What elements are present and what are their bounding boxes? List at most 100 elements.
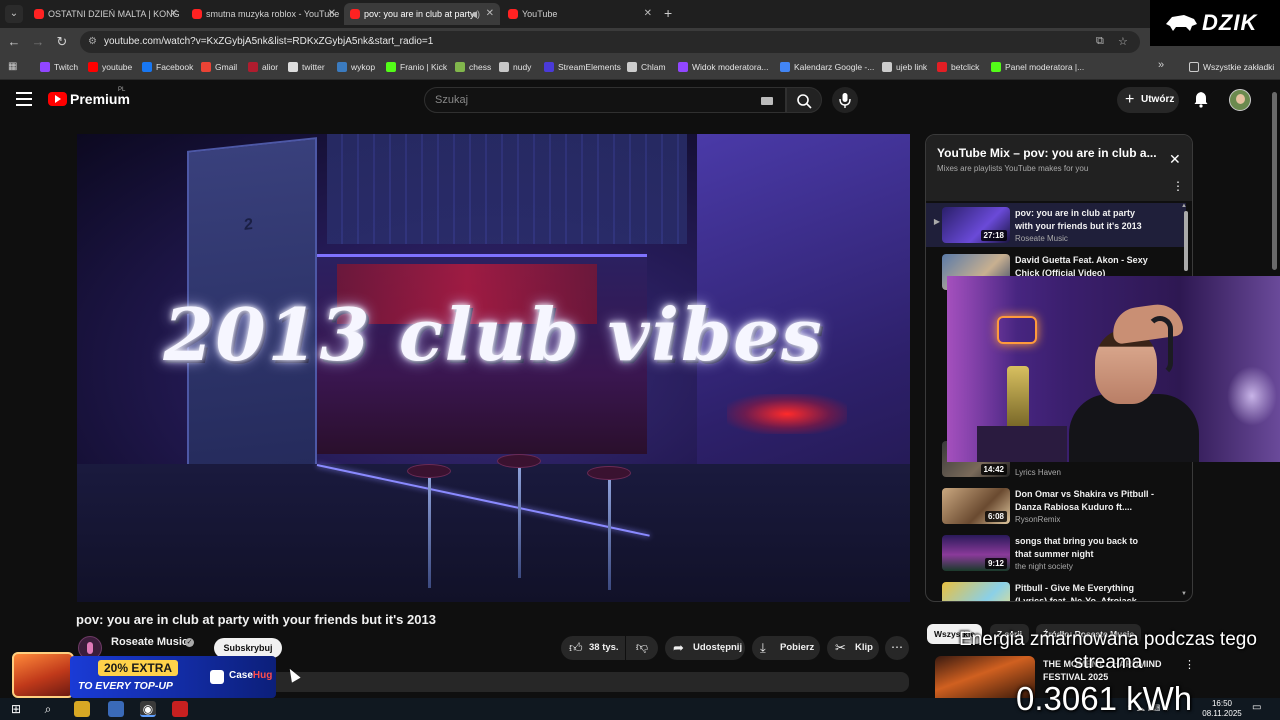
- playlist-item-channel: Lyrics Haven: [1015, 468, 1061, 477]
- chrome-icon[interactable]: ◉: [140, 701, 156, 717]
- clock[interactable]: 16:50 08.11.2025: [1202, 699, 1242, 719]
- browser-tab-active[interactable]: pov: you are in club at party ◀) ✕: [344, 3, 500, 25]
- forward-arrow-icon[interactable]: →: [30, 34, 46, 50]
- all-bookmarks-folder[interactable]: Wszystkie zakładki: [1189, 56, 1274, 80]
- more-bookmarks-icon[interactable]: »: [1158, 59, 1164, 71]
- tab-label: YouTube: [522, 9, 558, 19]
- bookmark-item[interactable]: Widok moderatora...: [678, 56, 769, 80]
- new-tab-icon[interactable]: +: [664, 5, 672, 21]
- bookmark-item[interactable]: betclick: [937, 56, 979, 80]
- bookmark-label: twitter: [302, 62, 325, 72]
- playlist-header: YouTube Mix – pov: you are in club a... …: [926, 135, 1192, 201]
- scroll-up-icon[interactable]: ▲: [1181, 203, 1187, 209]
- back-arrow-icon[interactable]: ←: [6, 34, 22, 50]
- playlist-title[interactable]: YouTube Mix – pov: you are in club a...: [937, 146, 1162, 160]
- bookmark-item[interactable]: Franio | Kick: [386, 56, 447, 80]
- search-button[interactable]: [786, 87, 822, 113]
- bookmark-item[interactable]: Twitch: [40, 56, 78, 80]
- bookmark-item[interactable]: Gmail: [201, 56, 237, 80]
- bookmark-item[interactable]: Chlam: [627, 56, 666, 80]
- app-icon[interactable]: [108, 701, 124, 717]
- scroll-thumb[interactable]: [1184, 211, 1188, 271]
- bookmark-item[interactable]: StreamElements: [544, 56, 621, 80]
- playlist-thumbnail[interactable]: 27:18: [942, 207, 1010, 243]
- apps-grid-icon[interactable]: ▦: [8, 61, 20, 73]
- playlist-index: ▶: [933, 217, 941, 226]
- speaker-icon[interactable]: ◀): [470, 3, 480, 25]
- bookmark-item[interactable]: Panel moderatora |...: [991, 56, 1084, 80]
- keyboard-icon[interactable]: [761, 97, 773, 105]
- bookmark-item[interactable]: Kalendarz Google -...: [780, 56, 874, 80]
- playlist-item[interactable]: Pitbull - Give Me Everything (Lyrics) fe…: [926, 578, 1186, 601]
- bookmark-label: Kalendarz Google -...: [794, 62, 875, 72]
- all-bookmarks-label: Wszystkie zakładki: [1203, 62, 1275, 72]
- duration-badge: 14:42: [980, 464, 1007, 475]
- playlist-thumbnail[interactable]: 6:08: [942, 488, 1010, 524]
- bookmark-item[interactable]: alior: [248, 56, 278, 80]
- video-player[interactable]: 2013 club vibes: [77, 134, 910, 602]
- bookmark-star-icon[interactable]: ☆: [1118, 35, 1128, 48]
- bookmark-favicon-icon: [40, 62, 50, 72]
- thumbs-up-icon: 👍︎: [569, 640, 583, 655]
- bookmark-item[interactable]: nudy: [499, 56, 531, 80]
- browser-tab[interactable]: OSTATNI DZIEŃ MALTA | KONG ✕: [28, 3, 184, 25]
- install-app-icon[interactable]: ⧉: [1096, 35, 1104, 48]
- windows-start-icon[interactable]: ⊞: [8, 701, 24, 717]
- scroll-down-icon[interactable]: ▼: [1181, 591, 1187, 597]
- bookmark-item[interactable]: ujeb link: [882, 56, 927, 80]
- bookmark-item[interactable]: chess: [455, 56, 491, 80]
- webcam-person-body: [1069, 394, 1199, 462]
- more-actions-button[interactable]: ⋯: [885, 636, 909, 660]
- bookmark-item[interactable]: wykop: [337, 56, 375, 80]
- file-explorer-icon[interactable]: [74, 701, 90, 717]
- search-input[interactable]: Szukaj: [424, 87, 786, 113]
- youtube-play-icon: [48, 92, 67, 106]
- like-button[interactable]: 👍︎ 38 tys.: [561, 636, 625, 660]
- playlist-thumbnail[interactable]: 9:12: [942, 535, 1010, 571]
- clock-date: 08.11.2025: [1202, 709, 1242, 718]
- channel-name[interactable]: Roseate Music: [111, 636, 188, 648]
- clip-button[interactable]: ✂ Klip: [827, 636, 879, 660]
- url-text: youtube.com/watch?v=KxZGybjA5nk&list=RDK…: [104, 36, 434, 47]
- search-icon[interactable]: ⌕: [40, 701, 56, 717]
- playlist-item[interactable]: ▶ 27:18 pov: you are in club at party with…: [926, 203, 1186, 247]
- account-avatar[interactable]: [1229, 89, 1251, 111]
- logo-country: PL: [118, 87, 126, 93]
- browser-tab[interactable]: smutna muzyka roblox - YouTube ✕: [186, 3, 342, 25]
- notifications-icon[interactable]: ▭: [1252, 702, 1261, 713]
- address-bar[interactable]: ⚙ youtube.com/watch?v=KxZGybjA5nk&list=R…: [80, 31, 1140, 53]
- like-count: 38 tys.: [589, 642, 619, 653]
- dislike-button[interactable]: 👎︎: [626, 636, 658, 660]
- playlist-item[interactable]: 9:12 songs that bring you back to that su…: [926, 531, 1186, 575]
- tab-search-icon[interactable]: ⌄: [5, 5, 23, 23]
- playlist-item[interactable]: 6:08 Don Omar vs Shakira vs Pitbull - Dan…: [926, 484, 1186, 528]
- folder-icon: [1189, 62, 1199, 72]
- bookmark-label: Chlam: [641, 62, 666, 72]
- tab-close-icon[interactable]: ✕: [486, 3, 494, 25]
- reload-icon[interactable]: ↻: [54, 34, 70, 50]
- voice-search-button[interactable]: [832, 87, 858, 113]
- tab-close-icon[interactable]: ✕: [328, 3, 336, 25]
- bookmark-item[interactable]: youtube: [88, 56, 132, 80]
- download-button[interactable]: ⤓ Pobierz: [752, 636, 820, 660]
- bookmark-item[interactable]: Facebook: [142, 56, 193, 80]
- tab-close-icon[interactable]: ✕: [644, 3, 652, 25]
- bookmark-label: ujeb link: [896, 62, 928, 72]
- more-vertical-icon[interactable]: ⋮: [1172, 179, 1184, 193]
- browser-tab-strip: ⌄ OSTATNI DZIEŃ MALTA | KONG ✕ smutna mu…: [0, 0, 1280, 28]
- playlist-thumbnail[interactable]: [942, 582, 1010, 601]
- bookmark-item[interactable]: twitter: [288, 56, 325, 80]
- share-button[interactable]: ➦ Udostępnij: [665, 636, 745, 660]
- notifications-bell-icon[interactable]: [1192, 90, 1210, 108]
- verified-check-icon: ✓: [185, 638, 194, 647]
- site-info-icon[interactable]: ⚙: [88, 36, 100, 48]
- bookmark-label: Facebook: [156, 62, 194, 72]
- page-scrollbar[interactable]: [1272, 92, 1277, 270]
- youtube-favicon-icon: [508, 9, 518, 19]
- tab-close-icon[interactable]: ✕: [170, 3, 178, 25]
- browser-tab[interactable]: YouTube ✕: [502, 3, 658, 25]
- menu-hamburger-icon[interactable]: [16, 92, 32, 106]
- close-icon[interactable]: ✕: [1169, 151, 1181, 168]
- app-icon[interactable]: [172, 701, 188, 717]
- create-button[interactable]: + Utwórz: [1117, 87, 1179, 113]
